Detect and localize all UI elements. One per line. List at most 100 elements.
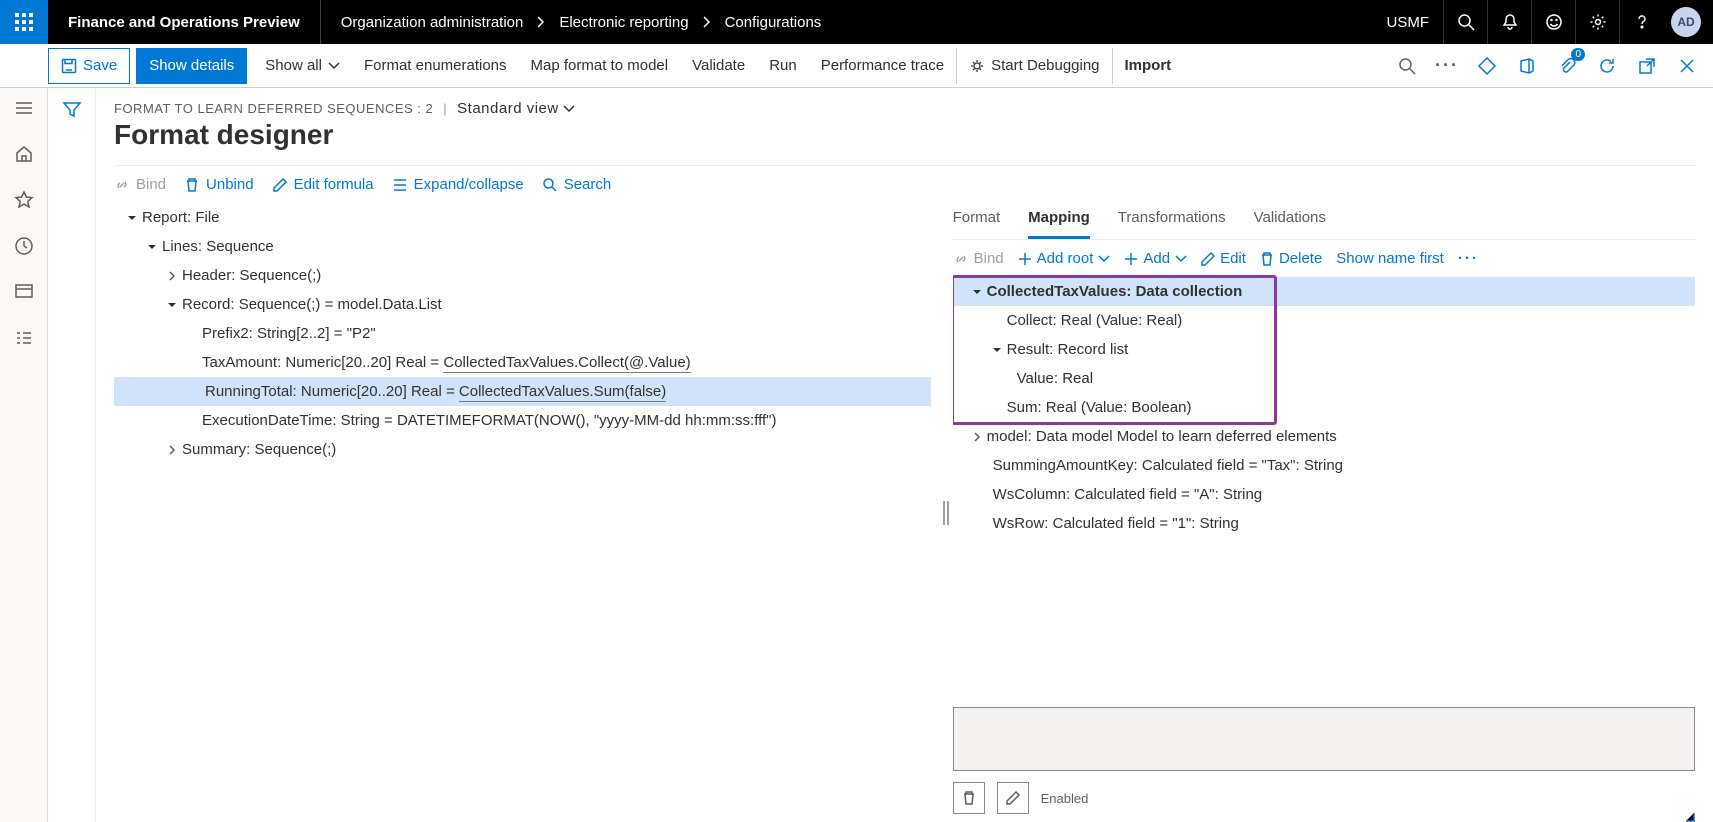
tree-node[interactable]: TaxAmount: Numeric[20..20] Real = Collec…: [114, 348, 931, 377]
mapping-node[interactable]: Sum: Real (Value: Boolean): [953, 393, 1695, 422]
office-button[interactable]: [1507, 44, 1547, 88]
format-tree: Report: File Lines: Sequence Header: Seq…: [114, 203, 931, 464]
main-area: FORMAT TO LEARN DEFERRED SEQUENCES : 2 |…: [0, 88, 1713, 822]
two-pane: Report: File Lines: Sequence Header: Seq…: [114, 203, 1695, 822]
search-icon: [1457, 13, 1475, 31]
resize-handle-icon[interactable]: [1681, 808, 1695, 822]
workspaces-button[interactable]: [12, 280, 36, 304]
breadcrumb-item[interactable]: Configurations: [725, 14, 822, 31]
favorites-button[interactable]: [12, 188, 36, 212]
splitter-handle-icon: [943, 501, 949, 525]
mapping-node[interactable]: WsColumn: Calculated field = "A": String: [953, 480, 1695, 509]
caret-right-icon: [166, 270, 178, 282]
expand-collapse-button[interactable]: Expand/collapse: [392, 176, 524, 193]
tab-validations[interactable]: Validations: [1254, 203, 1326, 239]
search-tree-button[interactable]: Search: [542, 176, 612, 193]
popout-button[interactable]: [1627, 44, 1667, 88]
notifications-button[interactable]: [1487, 0, 1531, 44]
feedback-button[interactable]: [1531, 0, 1575, 44]
workspace-icon: [14, 282, 34, 302]
import-button[interactable]: Import: [1112, 48, 1184, 84]
save-button[interactable]: Save: [48, 48, 130, 84]
mapping-toolbar: Bind Add root Add Edit Delete Show name …: [953, 240, 1695, 277]
performance-trace-button[interactable]: Performance trace: [809, 48, 956, 84]
edit-button[interactable]: Edit: [1201, 250, 1246, 267]
tab-format[interactable]: Format: [953, 203, 1001, 239]
list-icon: [392, 177, 408, 193]
tree-node-selected[interactable]: RunningTotal: Numeric[20..20] Real = Col…: [114, 377, 931, 406]
modules-button[interactable]: [12, 326, 36, 350]
settings-button[interactable]: [1575, 0, 1619, 44]
caret-down-icon: [166, 299, 178, 311]
mapping-node[interactable]: Collect: Real (Value: Real): [953, 306, 1695, 335]
tab-transformations[interactable]: Transformations: [1118, 203, 1226, 239]
attachments-button[interactable]: 0: [1547, 44, 1587, 88]
show-details-button[interactable]: Show details: [136, 48, 247, 84]
mapping-node[interactable]: model: Data model Model to learn deferre…: [953, 422, 1695, 451]
map-format-button[interactable]: Map format to model: [519, 48, 681, 84]
tree-node[interactable]: Lines: Sequence: [114, 232, 931, 261]
search-button[interactable]: [1443, 0, 1487, 44]
description-textarea[interactable]: [953, 707, 1695, 771]
link-icon: [953, 251, 969, 267]
find-button[interactable]: [1387, 44, 1427, 88]
diamond-button[interactable]: [1467, 44, 1507, 88]
unbind-button[interactable]: Unbind: [184, 176, 254, 193]
refresh-button[interactable]: [1587, 44, 1627, 88]
detail-tabs: Format Mapping Transformations Validatio…: [953, 203, 1695, 240]
validate-button[interactable]: Validate: [680, 48, 757, 84]
gear-icon: [1589, 13, 1607, 31]
user-avatar[interactable]: AD: [1671, 7, 1701, 37]
tree-node[interactable]: Record: Sequence(;) = model.Data.List: [114, 290, 931, 319]
format-enumerations-button[interactable]: Format enumerations: [352, 48, 519, 84]
chevron-down-icon: [563, 103, 575, 115]
hamburger-button[interactable]: [12, 96, 36, 120]
filter-button[interactable]: [62, 100, 82, 123]
tree-node[interactable]: Header: Sequence(;): [114, 261, 931, 290]
delete-binding-button[interactable]: [953, 782, 985, 814]
more-button[interactable]: ···: [1427, 44, 1467, 88]
show-name-first-button[interactable]: Show name first: [1336, 250, 1444, 267]
home-icon: [14, 144, 34, 164]
splitter[interactable]: [939, 203, 953, 822]
mapping-node[interactable]: Result: Record list: [953, 335, 1695, 364]
show-all-button[interactable]: Show all: [253, 48, 352, 84]
mapping-node[interactable]: SummingAmountKey: Calculated field = "Ta…: [953, 451, 1695, 480]
delete-button[interactable]: Delete: [1260, 250, 1322, 267]
search-icon: [542, 177, 558, 193]
tree-node[interactable]: ExecutionDateTime: String = DATETIMEFORM…: [114, 406, 931, 435]
caret-down-icon: [971, 286, 983, 298]
tab-mapping[interactable]: Mapping: [1028, 203, 1090, 239]
tree-node[interactable]: Prefix2: String[2..2] = "P2": [114, 319, 931, 348]
edit-binding-button[interactable]: [997, 782, 1029, 814]
breadcrumb: Organization administration Electronic r…: [321, 14, 1373, 31]
mapping-node[interactable]: WsRow: Calculated field = "1": String: [953, 509, 1695, 538]
add-root-button[interactable]: Add root: [1018, 250, 1111, 267]
mapping-more-button[interactable]: ···: [1458, 250, 1479, 267]
app-title: Finance and Operations Preview: [48, 0, 321, 44]
app-launcher-button[interactable]: [0, 0, 48, 44]
add-button[interactable]: Add: [1124, 250, 1187, 267]
home-button[interactable]: [12, 142, 36, 166]
navigation-rail: [0, 88, 48, 822]
view-selector[interactable]: Standard view: [457, 100, 575, 117]
legal-entity[interactable]: USMF: [1373, 14, 1444, 31]
run-button[interactable]: Run: [757, 48, 809, 84]
mapping-node[interactable]: Value: Real: [953, 364, 1695, 393]
record-context: FORMAT TO LEARN DEFERRED SEQUENCES : 2: [114, 101, 433, 116]
breadcrumb-item[interactable]: Organization administration: [341, 14, 524, 31]
attachment-count: 0: [1571, 48, 1585, 61]
refresh-icon: [1598, 57, 1616, 75]
edit-formula-button[interactable]: Edit formula: [272, 176, 374, 193]
start-debugging-button[interactable]: Start Debugging: [956, 48, 1111, 84]
tree-node[interactable]: Report: File: [114, 203, 931, 232]
debug-icon: [969, 58, 985, 74]
close-button[interactable]: [1667, 44, 1707, 88]
tree-node[interactable]: Summary: Sequence(;): [114, 435, 931, 464]
breadcrumb-item[interactable]: Electronic reporting: [559, 14, 688, 31]
mapping-node-selected[interactable]: CollectedTaxValues: Data collection: [953, 277, 1695, 306]
recent-button[interactable]: [12, 234, 36, 258]
clock-icon: [14, 236, 34, 256]
help-button[interactable]: [1619, 0, 1663, 44]
chevron-down-icon: [328, 60, 340, 72]
